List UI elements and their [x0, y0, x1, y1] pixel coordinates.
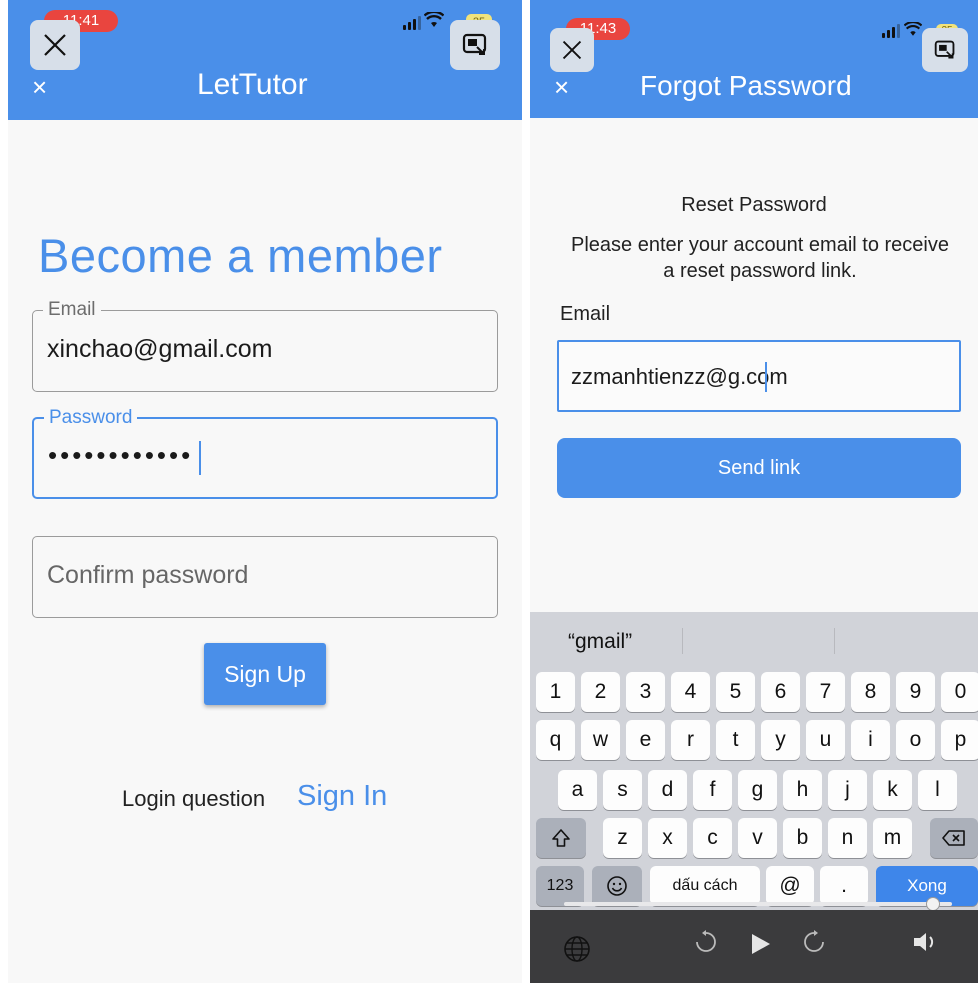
login-question-text: Login question [122, 786, 266, 811]
sign-up-screen: 11:41 25 × LetTutor Become a member Emai… [8, 0, 522, 983]
key-1[interactable]: 1 [536, 672, 575, 712]
pip-expand-button[interactable] [450, 20, 500, 70]
shift-icon [552, 829, 570, 847]
key-y[interactable]: y [761, 720, 800, 760]
forward-icon[interactable] [802, 930, 826, 954]
emoji-icon [607, 876, 627, 896]
key-3[interactable]: 3 [626, 672, 665, 712]
backspace-icon [942, 830, 965, 846]
globe-icon[interactable] [562, 934, 592, 964]
key-b[interactable]: b [783, 818, 822, 858]
key-k[interactable]: k [873, 770, 912, 810]
signal-icon [882, 24, 900, 38]
key-j[interactable]: j [828, 770, 867, 810]
media-controls-bar [530, 910, 978, 983]
email-value: xinchao@gmail.com [47, 335, 273, 363]
send-link-button[interactable]: Send link [557, 438, 961, 498]
page-heading: Become a member [38, 229, 443, 282]
sign-up-button[interactable]: Sign Up [204, 643, 326, 705]
key-q[interactable]: q [536, 720, 575, 760]
key-g[interactable]: g [738, 770, 777, 810]
key-d[interactable]: d [648, 770, 687, 810]
close-icon [562, 40, 582, 60]
key-m[interactable]: m [873, 818, 912, 858]
confirm-password-field[interactable]: Confirm password [32, 536, 498, 618]
ios-keyboard: “gmail” 1234567890 qwertyuiop asdfghjkl … [530, 612, 978, 983]
key-z[interactable]: z [603, 818, 642, 858]
numbers-key[interactable]: 123 [536, 866, 584, 906]
close-icon [44, 34, 66, 56]
shift-key[interactable] [536, 818, 586, 858]
app-bar: 11:41 25 × LetTutor [8, 0, 522, 120]
suggestion-divider [682, 628, 683, 654]
wifi-icon [904, 22, 922, 36]
key-2[interactable]: 2 [581, 672, 620, 712]
confirm-password-placeholder: Confirm password [47, 561, 249, 589]
email-label: Email [560, 303, 611, 325]
key-c[interactable]: c [693, 818, 732, 858]
text-caret [765, 362, 767, 392]
key-l[interactable]: l [918, 770, 957, 810]
suggestion-bar: “gmail” [530, 612, 978, 668]
picture-in-picture-icon [462, 33, 487, 55]
app-title: Forgot Password [640, 70, 852, 101]
signal-icon [403, 16, 421, 30]
email-label: Email [43, 299, 101, 321]
suggestion-item[interactable]: “gmail” [568, 630, 632, 654]
suggestion-divider [834, 628, 835, 654]
password-field[interactable]: Password •••••••••••• [32, 407, 498, 499]
space-key[interactable]: dấu cách [650, 866, 760, 906]
key-u[interactable]: u [806, 720, 845, 760]
key-8[interactable]: 8 [851, 672, 890, 712]
key-t[interactable]: t [716, 720, 755, 760]
key-9[interactable]: 9 [896, 672, 935, 712]
key-n[interactable]: n [828, 818, 867, 858]
volume-icon[interactable] [912, 930, 940, 954]
key-7[interactable]: 7 [806, 672, 845, 712]
key-i[interactable]: i [851, 720, 890, 760]
key-0[interactable]: 0 [941, 672, 978, 712]
key-v[interactable]: v [738, 818, 777, 858]
key-a[interactable]: a [558, 770, 597, 810]
key-h[interactable]: h [783, 770, 822, 810]
rewind-icon[interactable] [694, 930, 718, 954]
appbar-close-button[interactable]: × [32, 74, 47, 100]
key-o[interactable]: o [896, 720, 935, 760]
reset-password-description: Please enter your account email to recei… [571, 234, 949, 282]
dot-key[interactable]: . [820, 866, 868, 906]
key-f[interactable]: f [693, 770, 732, 810]
reset-password-title: Reset Password [681, 194, 827, 216]
pip-close-button[interactable] [30, 20, 80, 70]
key-e[interactable]: e [626, 720, 665, 760]
sign-in-link[interactable]: Sign In [297, 780, 387, 813]
pip-close-button[interactable] [550, 28, 594, 72]
wifi-icon [424, 12, 444, 27]
media-scrubber-knob[interactable] [926, 897, 940, 911]
email-value: zzmanhtienzz@g.com [571, 364, 788, 389]
at-key[interactable]: @ [766, 866, 814, 906]
text-caret [199, 441, 201, 475]
password-value: •••••••••••• [48, 440, 194, 470]
key-p[interactable]: p [941, 720, 978, 760]
key-4[interactable]: 4 [671, 672, 710, 712]
media-scrubber-track[interactable] [564, 902, 952, 906]
app-bar: 11:43 25 × Forgot Password [530, 0, 978, 118]
play-icon[interactable] [750, 932, 772, 956]
app-title: LetTutor [197, 68, 308, 101]
email-field[interactable]: Email xinchao@gmail.com [32, 299, 498, 392]
appbar-close-button[interactable]: × [554, 74, 569, 100]
emoji-key[interactable] [592, 866, 642, 906]
picture-in-picture-icon [934, 40, 955, 59]
key-r[interactable]: r [671, 720, 710, 760]
key-w[interactable]: w [581, 720, 620, 760]
key-6[interactable]: 6 [761, 672, 800, 712]
key-5[interactable]: 5 [716, 672, 755, 712]
pip-expand-button[interactable] [922, 28, 968, 72]
key-s[interactable]: s [603, 770, 642, 810]
forgot-password-screen: 11:43 25 × Forgot Password Reset Passwor… [530, 0, 978, 983]
backspace-key[interactable] [930, 818, 978, 858]
password-label: Password [44, 407, 138, 429]
key-x[interactable]: x [648, 818, 687, 858]
email-input[interactable]: zzmanhtienzz@g.com [557, 340, 961, 412]
